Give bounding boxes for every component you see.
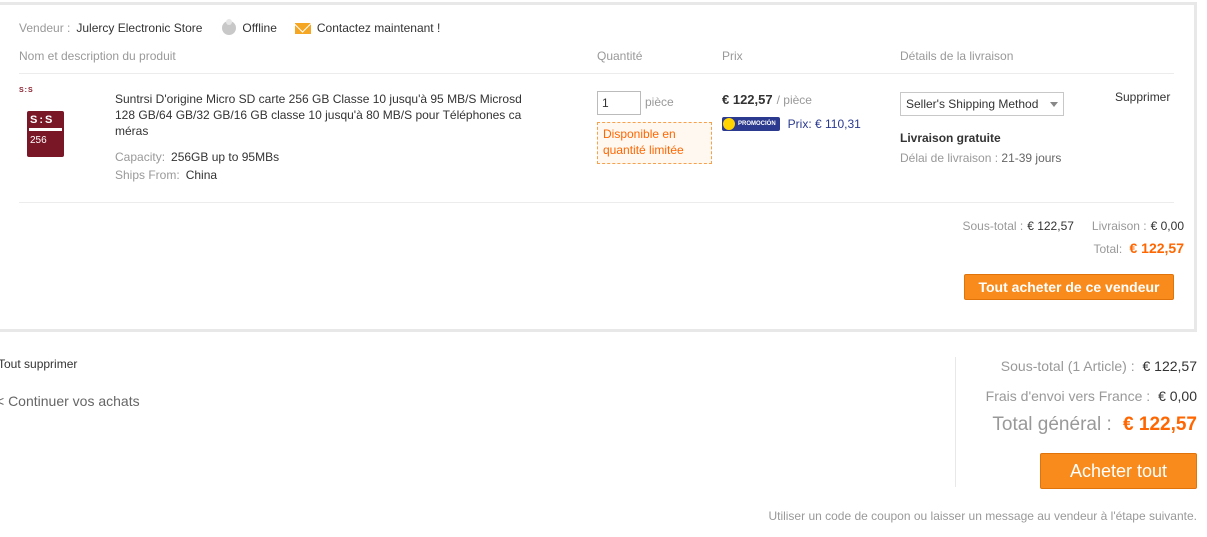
contact-seller-label: Contactez maintenant !: [316, 21, 441, 35]
store-shipping-label: Livraison :: [1091, 219, 1147, 233]
store-total-label: Total:: [1093, 242, 1123, 256]
seller-status: Offline: [222, 19, 277, 35]
column-quantity: Quantité: [597, 49, 643, 63]
column-headers: Nom et description du produit Quantité P…: [19, 48, 1174, 74]
store-total-value: € 122,57: [1129, 240, 1185, 256]
summary-divider: [955, 357, 956, 487]
cart-item-row: S:S S:S 256 Suntrsi D'origine Micro SD c…: [19, 75, 1174, 203]
product-thumbnail[interactable]: S:S S:S 256: [19, 87, 65, 163]
product-thumbnail-logo: S:S: [30, 114, 55, 126]
attribute-label: Capacity:: [115, 150, 166, 164]
stock-warning: Disponible en quantité limitée: [597, 122, 712, 164]
quantity-unit: pièce: [645, 95, 674, 109]
buy-all-button[interactable]: Acheter tout: [1040, 453, 1197, 489]
product-attribute-capacity: Capacity: 256GB up to 95MBs: [115, 150, 279, 164]
continue-shopping-link[interactable]: < Continuer vos achats: [0, 393, 140, 409]
chevron-down-icon: [1050, 102, 1058, 107]
promotion: PROMOCIÓN Prix: € 110,31: [722, 117, 861, 131]
delivery-delay-label: Délai de livraison :: [900, 151, 999, 165]
unit-price-value: € 122,57: [722, 92, 773, 107]
promotion-badge-label: PROMOCIÓN: [738, 121, 776, 127]
column-price: Prix: [722, 49, 743, 63]
vendor-label: Vendeur :: [19, 21, 71, 35]
attribute-value: 256GB up to 95MBs: [171, 150, 280, 164]
cart-shipping-label: Frais d'envoi vers France :: [985, 388, 1151, 404]
contact-seller-link[interactable]: Contactez maintenant !: [294, 21, 441, 35]
cart-shipping-value: € 0,00: [1158, 388, 1197, 404]
mail-icon: [294, 22, 311, 34]
quantity-input[interactable]: [597, 91, 641, 115]
product-thumbnail-capacity: 256: [30, 135, 47, 146]
column-shipping: Détails de la livraison: [900, 49, 1014, 63]
cart-subtotal-value: € 122,57: [1142, 358, 1198, 374]
offline-status-icon: [222, 19, 237, 35]
store-header: Vendeur : Julercy Electronic Store Offli…: [19, 19, 440, 37]
free-shipping-label: Livraison gratuite: [900, 131, 1001, 145]
product-attribute-ships-from: Ships From: China: [115, 168, 217, 182]
grand-total-label: Total général :: [992, 414, 1112, 435]
cart-shipping-line: Frais d'envoi vers France : € 0,00: [986, 388, 1197, 404]
grand-total-value: € 122,57: [1123, 414, 1197, 435]
grand-total-line: Total général : € 122,57: [992, 414, 1197, 436]
remove-item-link[interactable]: Supprimer: [1115, 90, 1170, 104]
price-unit: / pièce: [776, 93, 812, 107]
promotion-star-icon: [723, 118, 735, 130]
cart-subtotal-line: Sous-total (1 Article) : € 122,57: [1001, 358, 1197, 374]
shipping-method-select[interactable]: Seller's Shipping Method: [900, 92, 1064, 116]
store-shipping-value: € 0,00: [1150, 219, 1184, 233]
attribute-label: Ships From:: [115, 168, 180, 182]
store-total-line: Total: € 122,57: [1093, 240, 1184, 256]
seller-status-label: Offline: [242, 21, 277, 35]
promotion-badge: PROMOCIÓN: [722, 117, 780, 131]
delivery-delay: Délai de livraison : 21-39 jours: [900, 151, 1061, 165]
store-subtotal-value: € 122,57: [1027, 219, 1074, 233]
coupon-note: Utiliser un code de coupon ou laisser un…: [768, 509, 1197, 523]
product-thumbnail-brand: S:S: [19, 87, 34, 94]
unit-price: € 122,57/ pièce: [722, 92, 812, 107]
buy-from-seller-button[interactable]: Tout acheter de ce vendeur: [964, 274, 1174, 300]
attribute-value: China: [185, 168, 218, 182]
delivery-delay-value: 21-39 jours: [1001, 151, 1062, 165]
clear-all-link[interactable]: Tout supprimer: [0, 357, 77, 371]
cart-subtotal-label: Sous-total (1 Article) :: [1000, 358, 1135, 374]
column-product: Nom et description du produit: [19, 49, 176, 63]
sd-card-image: S:S 256: [27, 111, 64, 157]
product-title-link[interactable]: Suntrsi D'origine Micro SD carte 256 GB …: [115, 91, 535, 139]
shipping-method-value: Seller's Shipping Method: [906, 97, 1039, 111]
vendor-name-link[interactable]: Julercy Electronic Store: [76, 21, 202, 35]
store-subtotal-label: Sous-total :: [962, 219, 1024, 233]
store-subtotal-line: Sous-total : € 122,57 Livraison : € 0,00: [963, 219, 1185, 233]
promotion-price: Prix: € 110,31: [787, 117, 861, 131]
